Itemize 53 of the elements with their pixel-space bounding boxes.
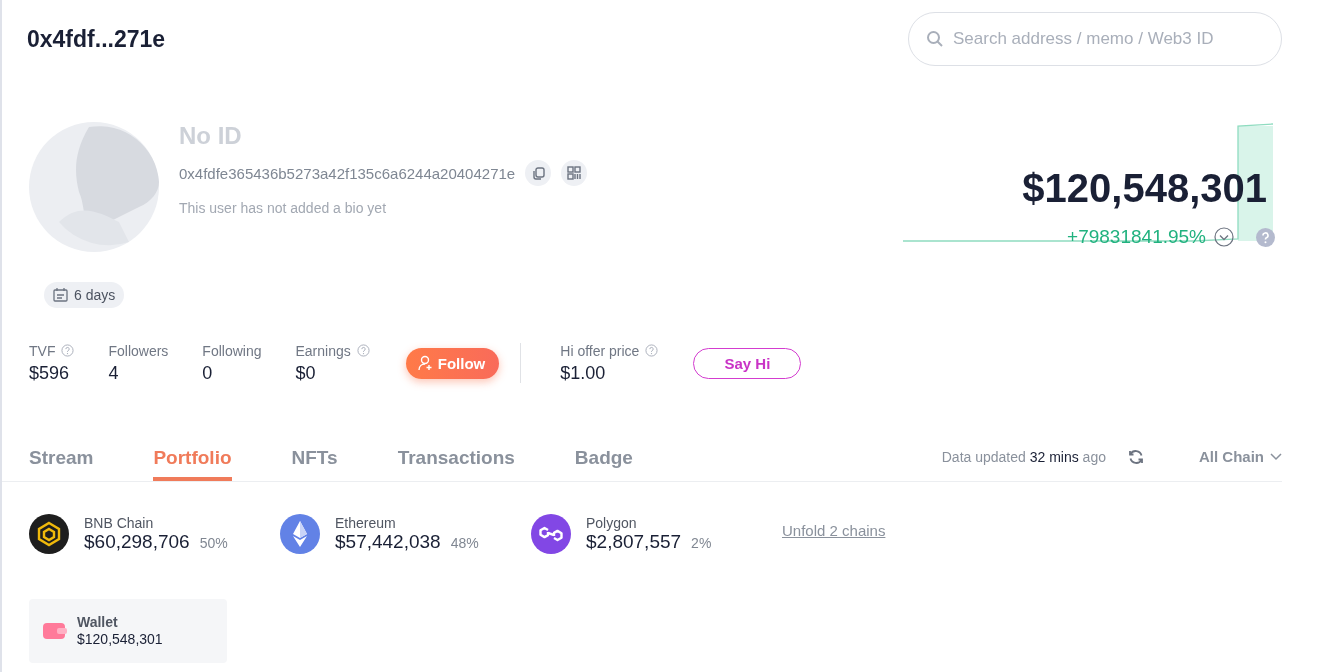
stat-value: 4: [108, 362, 120, 384]
stat-label: Following: [202, 342, 262, 359]
chevron-down-icon[interactable]: [1214, 227, 1234, 247]
wallet-address: 0x4fdfe365436b5273a42f135c6a6244a20404271e: [179, 164, 516, 182]
chain-value: $2,807,557: [586, 531, 682, 552]
chain-value: $57,442,038: [335, 531, 441, 552]
search-icon: [926, 30, 944, 48]
copy-button[interactable]: [525, 160, 552, 186]
calendar-icon: [53, 288, 68, 302]
stat-label: TVF: [29, 342, 56, 359]
tab[interactable]: Transactions: [397, 432, 515, 481]
diamond-coin-icon: [280, 514, 320, 554]
qr-code-button[interactable]: [561, 160, 588, 186]
wallet-label: Wallet: [77, 614, 119, 630]
stat-label: Hi offer price: [560, 342, 640, 359]
stat-label: Followers: [108, 342, 169, 359]
chain-share: 48%: [450, 535, 479, 551]
chain-filter-dropdown[interactable]: All Chain: [1199, 448, 1282, 465]
tab[interactable]: NFTs: [291, 432, 338, 481]
chain-name: Polygon: [586, 515, 638, 531]
chain-share: 2%: [691, 535, 712, 551]
search-field[interactable]: Search address / memo / Web3 ID: [908, 12, 1282, 66]
help-icon[interactable]: [1256, 227, 1275, 247]
total-balance: $120,548,301: [1022, 166, 1267, 211]
follow-button[interactable]: Follow: [405, 347, 500, 379]
say-hi-button[interactable]: Say Hi: [693, 347, 802, 379]
wallet-value: $120,548,301: [77, 631, 163, 647]
chevron-down-icon: [1270, 452, 1282, 461]
copy-icon: [531, 166, 545, 180]
stat-label: Earnings: [295, 342, 351, 359]
chain-name: Ethereum: [335, 515, 397, 531]
stat-value: $0: [295, 362, 317, 384]
bio-text: This user has not added a bio yet: [179, 200, 388, 216]
stat-value: $1.00: [560, 362, 607, 384]
wallet-icon: [43, 622, 67, 640]
chain-share: 50%: [199, 535, 228, 551]
add-user-icon: [417, 355, 433, 371]
balance-change: +79831841.95%: [1067, 226, 1206, 248]
chain-name: BNB Chain: [84, 515, 155, 531]
refresh-icon[interactable]: [1128, 448, 1144, 465]
page-title: 0x4fdf...271e: [27, 25, 166, 53]
tab[interactable]: Badge: [574, 432, 633, 481]
unfold-chains-link[interactable]: Unfold 2 chains: [782, 521, 886, 539]
account-age-tag: 6 days: [44, 282, 125, 308]
stat-value: 0: [202, 362, 214, 384]
tab[interactable]: Stream: [29, 432, 94, 481]
wallet-card[interactable]: Wallet $120,548,301: [29, 599, 227, 663]
stat-value: $596: [29, 362, 71, 384]
tab[interactable]: Portfolio: [153, 432, 232, 481]
hexagon-coin-icon: [29, 514, 69, 554]
chain-value: $60,298,706: [84, 531, 190, 552]
update-status: Data updated 32 mins ago: [941, 448, 1106, 465]
qr-code-icon: [567, 166, 582, 180]
